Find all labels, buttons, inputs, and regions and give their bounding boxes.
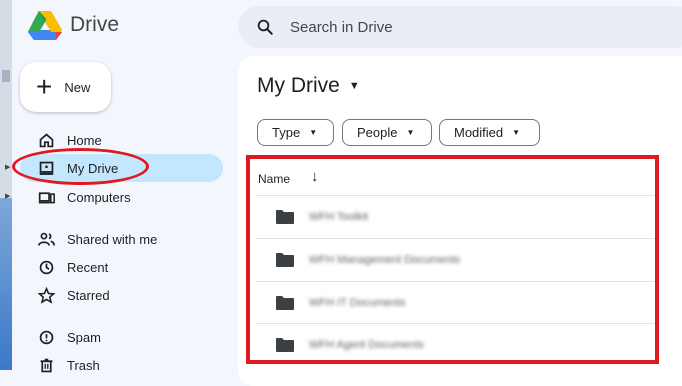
search-icon[interactable] bbox=[256, 18, 274, 36]
chevron-down-icon: ▼ bbox=[512, 128, 521, 137]
filter-chip-label: Modified bbox=[454, 125, 504, 140]
search-input[interactable] bbox=[288, 17, 592, 37]
chevron-down-icon: ▼ bbox=[309, 128, 318, 137]
sidebar-item-computers[interactable]: Computers bbox=[20, 183, 131, 211]
filter-chip-type[interactable]: Type ▼ bbox=[257, 119, 334, 146]
drive-logo-icon bbox=[28, 11, 62, 40]
expand-computers-caret-icon[interactable]: ▶ bbox=[5, 192, 10, 200]
sidebar-item-shared-with-me[interactable]: Shared with me bbox=[20, 225, 157, 253]
sidebar-item-starred[interactable]: Starred bbox=[20, 281, 110, 309]
clock-icon bbox=[36, 257, 56, 277]
sidebar-item-trash[interactable]: Trash bbox=[20, 351, 100, 379]
expand-my-drive-caret-icon[interactable]: ▶ bbox=[5, 163, 10, 171]
sidebar-item-label: Spam bbox=[67, 329, 101, 345]
sidebar-item-recent[interactable]: Recent bbox=[20, 253, 108, 281]
drive-logo[interactable]: Drive bbox=[28, 10, 119, 40]
chevron-down-icon: ▼ bbox=[348, 80, 360, 92]
sidebar-item-label: Shared with me bbox=[67, 231, 158, 247]
sidebar-item-label: Starred bbox=[67, 287, 110, 303]
filter-chip-label: People bbox=[357, 125, 398, 140]
spam-icon bbox=[36, 327, 56, 347]
star-icon bbox=[36, 285, 56, 305]
highlight-ellipse bbox=[12, 148, 149, 185]
computer-icon bbox=[36, 187, 56, 207]
page-title[interactable]: My Drive ▼ bbox=[257, 74, 360, 98]
filter-chip-people[interactable]: People ▼ bbox=[342, 119, 432, 146]
new-button-label: New bbox=[64, 79, 91, 95]
new-button[interactable]: + New bbox=[20, 62, 111, 112]
search-bar[interactable] bbox=[238, 6, 682, 48]
sidebar-item-label: Home bbox=[67, 132, 102, 148]
chevron-down-icon: ▼ bbox=[406, 128, 415, 137]
trash-icon bbox=[36, 355, 56, 375]
sidebar-item-spam[interactable]: Spam bbox=[20, 323, 101, 351]
app-title: Drive bbox=[70, 13, 120, 36]
sidebar-item-label: Computers bbox=[67, 189, 131, 205]
filter-chip-modified[interactable]: Modified ▼ bbox=[439, 119, 540, 146]
filter-chip-label: Type bbox=[272, 125, 301, 140]
page-title-text: My Drive bbox=[257, 74, 340, 97]
people-icon bbox=[36, 229, 56, 249]
sidebar-item-label: Trash bbox=[67, 357, 100, 373]
home-icon bbox=[36, 130, 56, 150]
sidebar-item-label: Recent bbox=[67, 259, 109, 275]
highlight-rectangle bbox=[246, 155, 659, 364]
desktop-edge bbox=[0, 0, 12, 370]
plus-icon: + bbox=[36, 71, 53, 102]
